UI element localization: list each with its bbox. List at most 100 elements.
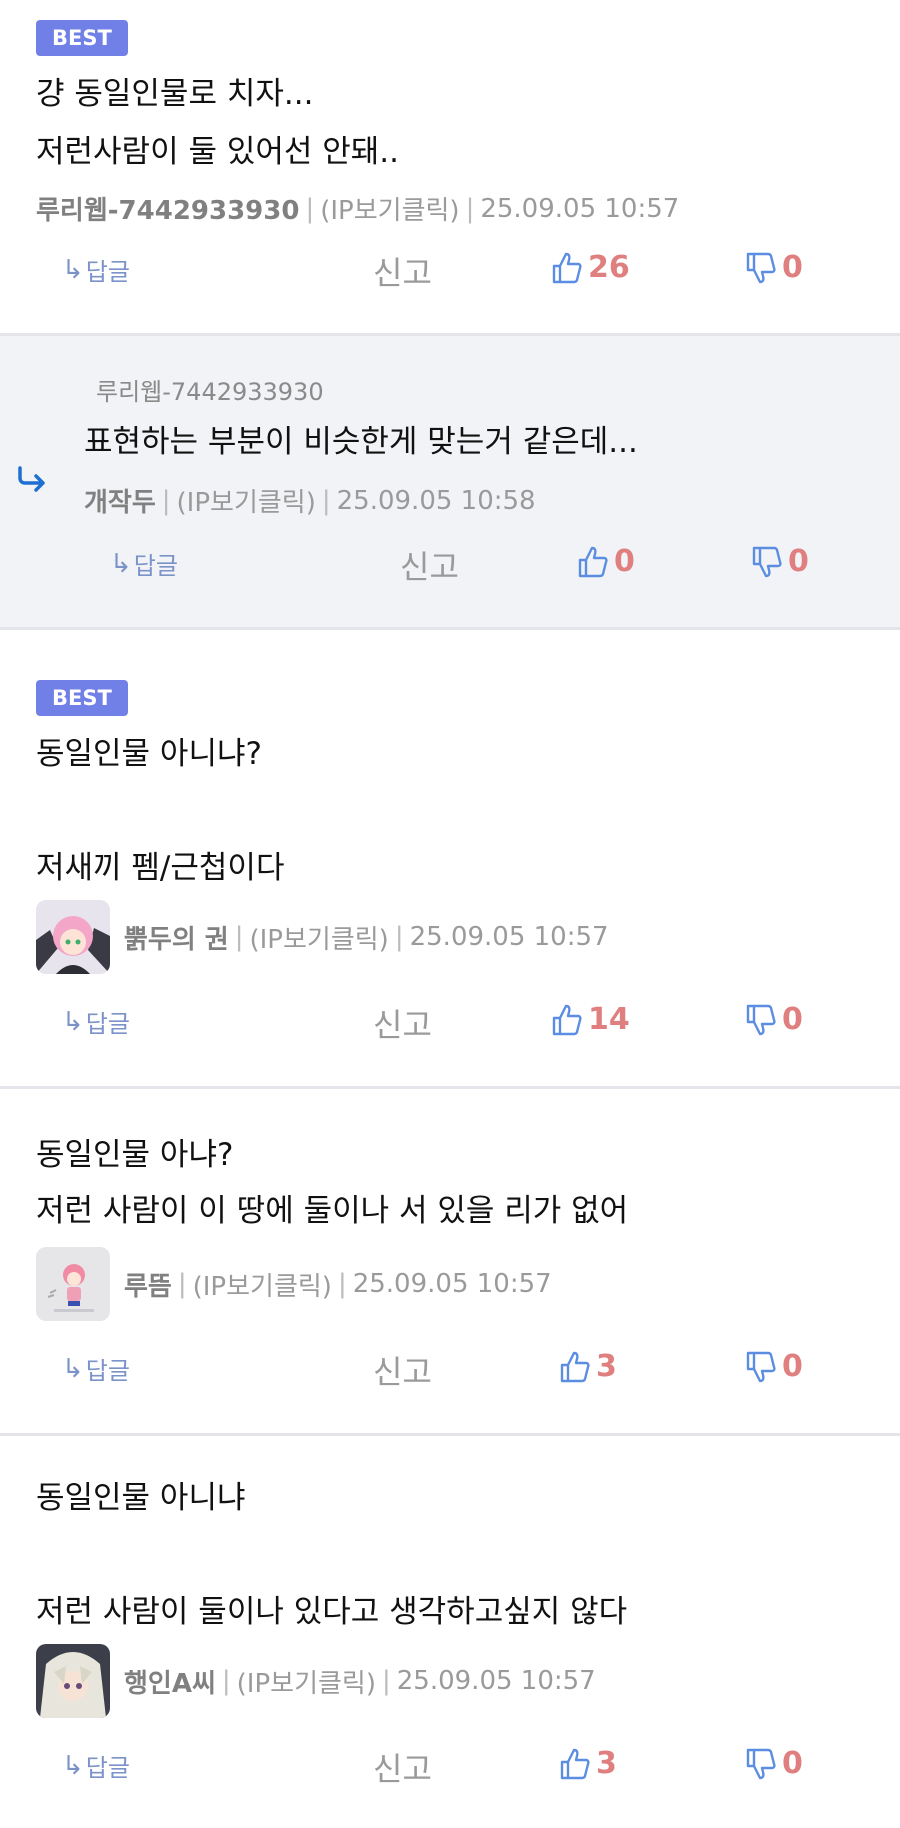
avatar-image [36,1644,110,1718]
report-button[interactable]: 신고 [373,1347,432,1393]
comment-text-line: 동일인물 아냐? [36,1137,234,1173]
dislike-count: 0 [782,250,803,285]
timestamp: 25.09.05 10:57 [352,1269,552,1299]
dislike-button[interactable]: 0 [752,544,809,579]
best-badge: BEST [36,680,128,716]
thumbs-up-icon [560,1748,590,1779]
ip-view-link[interactable]: (IP보기클릭) [237,1663,376,1700]
author-nickname[interactable]: 개작두 [84,482,156,519]
like-count: 3 [596,1746,617,1781]
reply-label: 답글 [85,258,130,286]
meta-divider: | [161,485,171,516]
dislike-count: 0 [782,1746,803,1781]
ip-view-link[interactable]: (IP보기클릭) [250,919,389,956]
dislike-count: 0 [782,1002,803,1037]
reply-button[interactable]: ↳ 답글 [62,1748,130,1783]
comment-meta: 개작두 | (IP보기클릭) | 25.09.05 10:58 [84,482,536,519]
meta-divider: | [394,922,404,952]
report-button[interactable]: 신고 [400,542,459,588]
like-count: 0 [614,544,635,579]
comment: BEST 걍 동일인물로 치자... 저런사람이 둘 있어선 안돼.. 루리웹-… [0,0,900,336]
comment: 동일인물 아냐? 저런 사람이 이 땅에 둘이나 서 있을 리가 없어 루뜸 |… [0,1089,900,1436]
dislike-button[interactable]: 0 [746,1349,803,1384]
dislike-button[interactable]: 0 [746,1002,803,1037]
like-button[interactable]: 3 [560,1746,617,1781]
comment: 동일인물 아니냐 저런 사람이 둘이나 있다고 생각하고싶지 않다 행인A씨 |… [0,1436,900,1828]
meta-divider: | [221,1666,231,1696]
comment-meta: 뿕두의 권 | (IP보기클릭) | 25.09.05 10:57 [36,900,609,974]
avatar[interactable] [36,1644,110,1718]
timestamp: 25.09.05 10:57 [480,193,680,224]
thumbs-up-icon [578,546,608,577]
meta-divider: | [337,1269,347,1299]
comment-meta: 루리웹-7442933930 | (IP보기클릭) | 25.09.05 10:… [36,190,679,227]
comment-meta: 루뜸 | (IP보기클릭) | 25.09.05 10:57 [36,1247,552,1321]
thumbs-down-icon [746,252,776,283]
thumbs-down-icon [746,1748,776,1779]
comment-text-line: 저새끼 펨/근첩이다 [36,850,285,886]
reply-button[interactable]: ↳ 답글 [110,546,178,581]
reply-button[interactable]: ↳ 답글 [62,1351,130,1386]
comment-text-line: 걍 동일인물로 치자... [36,76,314,112]
author-nickname[interactable]: 루뜸 [124,1266,172,1303]
dislike-button[interactable]: 0 [746,250,803,285]
meta-divider: | [321,485,331,516]
meta-divider: | [177,1269,187,1299]
reply-arrow-icon: ↳ [62,1353,84,1384]
author-nickname[interactable]: 루리웹-7442933930 [36,190,299,227]
best-badge: BEST [36,20,128,56]
report-button[interactable]: 신고 [373,248,432,294]
like-count: 14 [588,1002,630,1037]
avatar[interactable] [36,900,110,974]
thumbs-up-icon [552,1004,582,1035]
author-nickname[interactable]: 행인A씨 [124,1663,216,1700]
comment-text-line: 저런사람이 둘 있어선 안돼.. [36,134,399,170]
avatar[interactable] [36,1247,110,1321]
comment-text-line: 동일인물 아니냐? [36,736,262,772]
thumbs-down-icon [752,546,782,577]
meta-divider: | [381,1666,391,1696]
comment-text-line: 저런 사람이 둘이나 있다고 생각하고싶지 않다 [36,1594,628,1630]
report-button[interactable]: 신고 [373,1744,432,1790]
avatar-image [36,900,110,974]
meta-divider: | [305,193,315,224]
like-count: 3 [596,1349,617,1384]
comment-text-line: 표현하는 부분이 비슷한게 맞는거 같은데... [84,424,638,460]
ip-view-link[interactable]: (IP보기클릭) [320,190,459,227]
dislike-button[interactable]: 0 [746,1746,803,1781]
thumbs-down-icon [746,1351,776,1382]
reply-comment: 루리웹-7442933930 표현하는 부분이 비슷한게 맞는거 같은데... … [0,336,900,630]
reply-arrow-icon: ↳ [62,254,84,285]
thumbs-up-icon [560,1351,590,1382]
reply-label: 답글 [85,1754,130,1782]
dislike-count: 0 [782,1349,803,1384]
reply-label: 답글 [85,1357,130,1385]
reply-label: 답글 [85,1010,130,1038]
report-button[interactable]: 신고 [373,1000,432,1046]
reply-arrow-icon: ↳ [62,1006,84,1037]
like-button[interactable]: 26 [552,250,630,285]
author-nickname[interactable]: 뿕두의 권 [124,919,229,956]
like-button[interactable]: 0 [578,544,635,579]
comment: BEST 동일인물 아니냐? 저새끼 펨/근첩이다 뿕두의 권 | (IP보기클… [0,630,900,1089]
ip-view-link[interactable]: (IP보기클릭) [193,1266,332,1303]
reply-button[interactable]: ↳ 답글 [62,252,130,287]
reply-arrow-icon: ↳ [62,1750,84,1781]
meta-divider: | [234,922,244,952]
reply-arrow-icon: ↳ [110,548,132,579]
timestamp: 25.09.05 10:58 [336,485,536,516]
like-button[interactable]: 3 [560,1349,617,1384]
comment-text-line: 저런 사람이 이 땅에 둘이나 서 있을 리가 없어 [36,1193,629,1229]
reply-button[interactable]: ↳ 답글 [62,1004,130,1039]
like-button[interactable]: 14 [552,1002,630,1037]
like-count: 26 [588,250,630,285]
avatar-image [36,1247,110,1321]
thumbs-up-icon [552,252,582,283]
meta-divider: | [465,193,475,224]
parent-nickname: 루리웹-7442933930 [96,378,324,406]
thumbs-down-icon [746,1004,776,1035]
timestamp: 25.09.05 10:57 [396,1666,596,1696]
ip-view-link[interactable]: (IP보기클릭) [177,482,316,519]
comment-text-line: 동일인물 아니냐 [36,1480,246,1516]
reply-label: 답글 [133,552,178,580]
